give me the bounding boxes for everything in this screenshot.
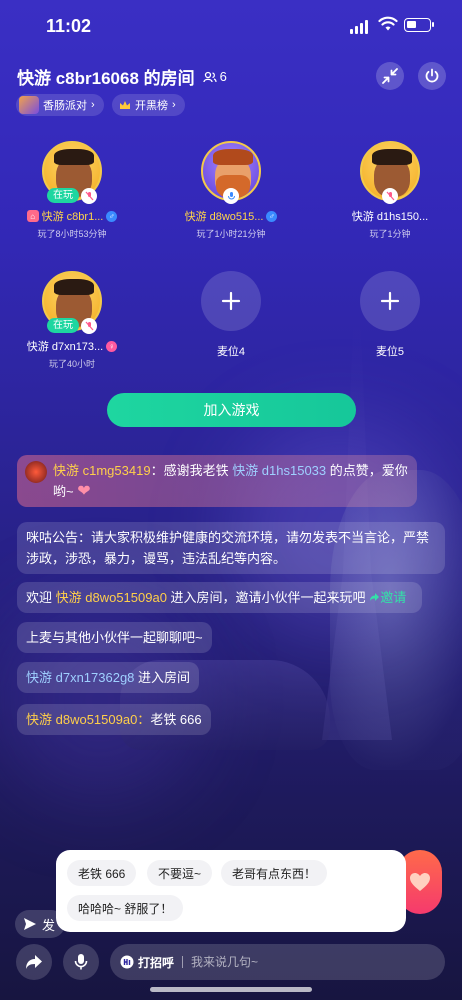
chat-nick[interactable]: 快游 c1mg53419 [53, 463, 151, 478]
playing-badge: 在玩 [47, 188, 79, 203]
chat-input-bar[interactable]: 打招呼 [110, 944, 445, 980]
mic-muted-icon [382, 188, 398, 204]
seat-empty-5[interactable]: 麦位5 [320, 271, 460, 359]
invite-link[interactable]: 邀请 [369, 590, 406, 605]
room-title: 快游 c8br16068 的房间 [17, 69, 195, 88]
playtime: 玩了1分钟 [369, 229, 411, 239]
seat-1[interactable]: 在玩 ⌂ 快游 c8br1... ♂ 玩了8小时53分钟 [2, 141, 142, 240]
divider [182, 956, 184, 968]
seat-name: 快游 d7xn173... [26, 341, 104, 353]
quick-reply-popup: 老铁 666 不要逗~ 老哥有点东西！ 哈哈哈~ 舒服了！ [56, 850, 406, 932]
game-tag[interactable]: 香肠派对 › [16, 94, 104, 116]
chat-nick[interactable]: 快游 d8wo51509a0： [26, 712, 150, 727]
status-bar: 11:02 [0, 0, 462, 50]
seat-name: 快游 d1hs150... [351, 211, 429, 223]
exit-button[interactable] [418, 62, 446, 90]
seat-name: 快游 d8wo515... [184, 211, 264, 223]
playtime: 玩了40小时 [48, 359, 95, 369]
add-seat-button[interactable] [360, 271, 420, 331]
chat-text: 老铁 666 [150, 712, 202, 727]
plus-icon [221, 291, 241, 311]
seat-label: 麦位4 [216, 346, 246, 358]
forward-arrow-icon [26, 955, 42, 969]
battery-icon [404, 18, 434, 32]
chevron-right-icon: › [172, 99, 176, 111]
seat-3[interactable]: 快游 d1hs150... 玩了1分钟 [320, 141, 460, 240]
crown-icon [120, 101, 130, 109]
seat-2[interactable]: 快游 d8wo515... ♂ 玩了1小时21分钟 [161, 141, 301, 240]
male-icon: ♂ [266, 210, 278, 222]
voice-button[interactable] [63, 944, 99, 980]
send-icon [24, 918, 36, 930]
quick-reply-chip[interactable]: 哈哈哈~ 舒服了！ [67, 895, 184, 921]
chat-notice: 咪咕公告：请大家积极维护健康的交流环境，请勿发表不当言论，严禁涉政，涉恐，暴力，… [17, 522, 445, 574]
host-icon: ⌂ [26, 210, 39, 222]
forward-button[interactable] [16, 944, 52, 980]
chat-thanks-message: 快游 c1mg53419：感谢我老铁 快游 d1hs15033 的点赞，爱你哟~… [17, 455, 417, 507]
mic-icon [223, 188, 239, 204]
chevron-right-icon: › [91, 99, 95, 111]
mic-muted-icon [81, 318, 97, 334]
share-arrow-icon [370, 593, 380, 601]
chat-text: 进入房间，邀请小伙伴一起来玩吧 [166, 590, 366, 605]
join-game-button[interactable]: 加入游戏 [107, 393, 356, 427]
people-icon [202, 71, 217, 82]
seat-name: 快游 c8br1... [41, 211, 104, 223]
chat-nick[interactable]: 快游 d8wo51509a0 [56, 590, 167, 605]
seat-label: 麦位5 [375, 346, 405, 358]
chat-text: ：感谢我老铁 [150, 463, 233, 478]
signal-icon [350, 20, 368, 34]
chat-text: 进入房间 [134, 670, 191, 685]
chat-enter-message: 快游 d7xn17362g8 进入房间 [17, 662, 200, 693]
wave-hand-icon [120, 955, 134, 969]
home-indicator [150, 987, 312, 992]
chat-welcome-message: 欢迎 快游 d8wo51509a0 进入房间，邀请小伙伴一起来玩吧 邀请 [17, 582, 422, 613]
online-count[interactable]: 6 [202, 69, 227, 84]
chat-last-message: 快游 d8wo51509a0：老铁 666 [17, 704, 211, 735]
quick-reply-chip[interactable]: 老哥有点东西！ [221, 860, 328, 886]
male-icon: ♂ [106, 210, 118, 222]
minimize-button[interactable] [376, 62, 404, 90]
leaderboard-tag[interactable]: 开黑榜 › [112, 94, 185, 116]
quick-reply-chip[interactable]: 老铁 666 [67, 860, 137, 886]
status-time: 11:02 [46, 16, 92, 36]
heart-icon [410, 873, 430, 891]
playtime: 玩了1小时21分钟 [196, 229, 266, 239]
seat-empty-4[interactable]: 麦位4 [161, 271, 301, 359]
room-title-row: 快游 c8br16068 的房间 6 [17, 64, 227, 89]
mic-muted-icon [81, 188, 97, 204]
sender-avatar [25, 461, 47, 483]
game-thumbnail [19, 96, 39, 114]
chat-nick[interactable]: 快游 d1hs15033 [232, 463, 326, 478]
quick-reply-chip[interactable]: 不要逗~ [147, 860, 213, 886]
seat-4[interactable]: 在玩 快游 d7xn173... ♀ 玩了40小时 [2, 271, 142, 370]
greet-button[interactable]: 打招呼 [120, 954, 174, 971]
chat-mic-tip: 上麦与其他小伙伴一起聊聊吧~ [17, 622, 212, 653]
microphone-icon [74, 954, 88, 970]
female-icon: ♀ [106, 340, 118, 352]
playing-badge: 在玩 [47, 318, 79, 333]
add-seat-button[interactable] [201, 271, 261, 331]
playtime: 玩了8小时53分钟 [37, 229, 107, 239]
chat-nick[interactable]: 快游 d7xn17362g8 [26, 670, 134, 685]
collapse-arrows-icon [382, 68, 398, 84]
chat-text: 欢迎 [26, 590, 56, 605]
plus-icon [380, 291, 400, 311]
chat-input[interactable] [191, 955, 372, 969]
wifi-icon [378, 16, 398, 31]
hearts-icon: ❤ [77, 483, 91, 500]
power-icon [425, 68, 439, 83]
